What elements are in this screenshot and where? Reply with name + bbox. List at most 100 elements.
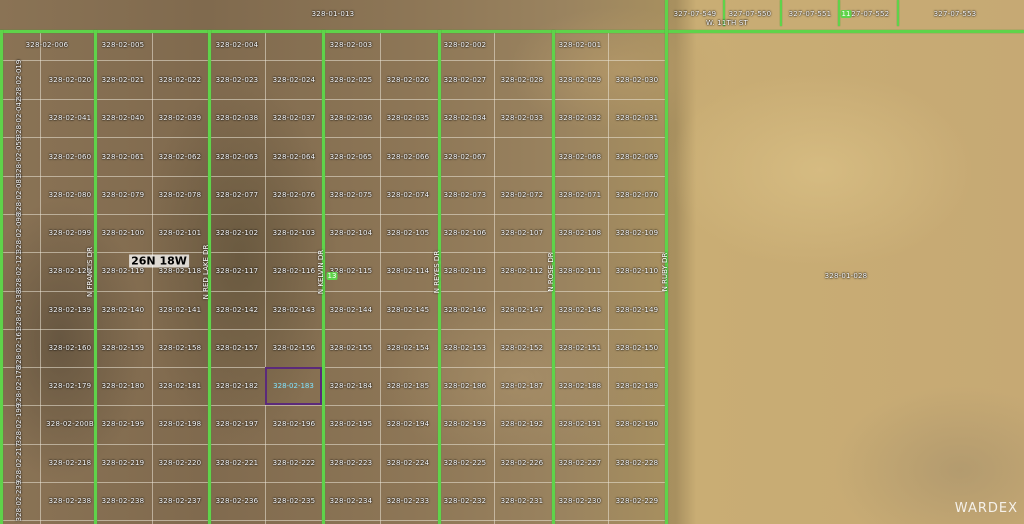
parcel-label[interactable]: 328-02-146 (444, 306, 487, 314)
parcel-label[interactable]: 328-02-181 (159, 382, 202, 390)
parcel-label[interactable]: 328-02-020 (49, 76, 92, 84)
parcel-label[interactable]: 328-02-158 (159, 344, 202, 352)
parcel-label[interactable]: 328-02-110 (616, 267, 659, 275)
parcel-label[interactable]: 328-02-099 (49, 229, 92, 237)
parcel-label[interactable]: 328-02-068 (559, 153, 602, 161)
parcel-label[interactable]: 328-02-159 (102, 344, 145, 352)
parcel-label[interactable]: 328-02-150 (616, 344, 659, 352)
parcel-label[interactable]: 328-02-107 (501, 229, 544, 237)
parcel-label[interactable]: 328-02-063 (216, 153, 259, 161)
parcel-label[interactable]: 328-02-225 (444, 459, 487, 467)
parcel-label[interactable]: 328-02-142 (216, 306, 259, 314)
parcel-label[interactable]: 328-02-119 (102, 267, 145, 275)
parcel-label[interactable]: 328-02-070 (616, 191, 659, 199)
parcel-label[interactable]: 328-02-035 (387, 114, 430, 122)
parcel-label[interactable]: 328-02-155 (330, 344, 373, 352)
north-parcel-label[interactable]: 328-01-013 (312, 10, 355, 18)
parcel-label[interactable]: 328-02-160 (49, 344, 92, 352)
parcel-label[interactable]: 328-02-184 (330, 382, 373, 390)
parcel-label[interactable]: 328-02-197 (216, 420, 259, 428)
parcel-label[interactable]: 328-02-037 (273, 114, 316, 122)
parcel-label[interactable]: 328-02-180 (102, 382, 145, 390)
parcel-label-west[interactable]: 328-02-042 (15, 98, 23, 139)
parcel-label[interactable]: 328-02-109 (616, 229, 659, 237)
parcel-label[interactable]: 328-02-021 (102, 76, 145, 84)
parcel-label[interactable]: 328-02-117 (216, 267, 259, 275)
parcel-label[interactable]: 328-02-192 (501, 420, 544, 428)
parcel-label[interactable]: 328-02-101 (159, 229, 202, 237)
parcel-label[interactable]: 328-02-106 (444, 229, 487, 237)
parcel-label[interactable]: 328-02-075 (330, 191, 373, 199)
parcel-label[interactable]: 328-02-188 (559, 382, 602, 390)
parcel-label[interactable]: 328-02-028 (501, 76, 544, 84)
parcel-label[interactable]: 328-02-036 (330, 114, 373, 122)
parcel-label[interactable]: 328-02-151 (559, 344, 602, 352)
parcel-label[interactable]: 328-02-065 (330, 153, 373, 161)
parcel-label-west[interactable]: 328-02-178 (15, 366, 23, 407)
parcel-label[interactable]: 328-02-103 (273, 229, 316, 237)
parcel-label[interactable]: 328-02-199 (102, 420, 145, 428)
parcel-label[interactable]: 328-02-220 (159, 459, 202, 467)
parcel-label[interactable]: 328-02-073 (444, 191, 487, 199)
parcel-label[interactable]: 328-02-024 (273, 76, 316, 84)
parcel-label[interactable]: 328-02-040 (102, 114, 145, 122)
parcel-label[interactable]: 328-02-029 (559, 76, 602, 84)
parcel-label[interactable]: 328-02-218 (49, 459, 92, 467)
parcel-label[interactable]: 328-02-105 (387, 229, 430, 237)
parcel-label[interactable]: 328-02-198 (159, 420, 202, 428)
parcel-label[interactable]: 328-02-156 (273, 344, 316, 352)
parcel-label[interactable]: 328-02-144 (330, 306, 373, 314)
parcel-label[interactable]: 328-02-227 (559, 459, 602, 467)
parcel-label[interactable]: 328-02-067 (444, 153, 487, 161)
parcel-label[interactable]: 328-02-104 (330, 229, 373, 237)
parcel-label[interactable]: 328-02-072 (501, 191, 544, 199)
parcel-label[interactable]: 328-02-187 (501, 382, 544, 390)
parcel-label[interactable]: 328-02-185 (387, 382, 430, 390)
parcel-label[interactable]: 328-02-154 (387, 344, 430, 352)
parcel-label[interactable]: 328-02-139 (49, 306, 92, 314)
parcel-label[interactable]: 328-02-061 (102, 153, 145, 161)
parcel-label[interactable]: 328-02-041 (49, 114, 92, 122)
parcel-label[interactable]: 328-02-069 (616, 153, 659, 161)
parcel-label[interactable]: 328-02-237 (159, 497, 202, 505)
parcel-label[interactable]: 328-02-026 (387, 76, 430, 84)
parcel-label[interactable]: 328-02-076 (273, 191, 316, 199)
parcel-label[interactable]: 328-02-080 (49, 191, 92, 199)
parcel-label[interactable]: 328-02-112 (501, 267, 544, 275)
parcel-label-west[interactable]: 328-02-161 (15, 328, 23, 369)
parcel-label[interactable]: 328-02-004 (216, 41, 259, 49)
top-right-parcel[interactable]: 327-07-553 (934, 10, 977, 18)
parcel-label[interactable]: 328-02-219 (102, 459, 145, 467)
parcel-label[interactable]: 328-02-077 (216, 191, 259, 199)
parcel-label[interactable]: 328-02-074 (387, 191, 430, 199)
parcel-label[interactable]: 328-02-060 (49, 153, 92, 161)
parcel-label-west[interactable]: 328-02-217 (15, 443, 23, 484)
parcel-label-west[interactable]: 328-02-138 (15, 290, 23, 331)
parcel-label[interactable]: 328-02-196 (273, 420, 316, 428)
parcel-label[interactable]: 328-02-027 (444, 76, 487, 84)
east-parcel-label[interactable]: 328-01-028 (825, 272, 868, 280)
parcel-label[interactable]: 328-02-143 (273, 306, 316, 314)
top-right-parcel[interactable]: 327-07-550 (729, 10, 772, 18)
parcel-label[interactable]: 328-02-200B (46, 420, 94, 428)
parcel-label[interactable]: 328-02-223 (330, 459, 373, 467)
top-right-parcel[interactable]: 327-07-551 (789, 10, 832, 18)
parcel-label[interactable]: 328-02-022 (159, 76, 202, 84)
parcel-label[interactable]: 328-02-238 (102, 497, 145, 505)
parcel-label[interactable]: 328-02-140 (102, 306, 145, 314)
parcel-label[interactable]: 328-02-148 (559, 306, 602, 314)
parcel-label[interactable]: 328-02-032 (559, 114, 602, 122)
parcel-label[interactable]: 328-02-238 (49, 497, 92, 505)
parcel-label[interactable]: 328-02-222 (273, 459, 316, 467)
parcel-label[interactable]: 328-02-079 (102, 191, 145, 199)
parcel-label-west[interactable]: 328-02-098 (15, 213, 23, 254)
parcel-label[interactable]: 328-02-231 (501, 497, 544, 505)
parcel-label[interactable]: 328-02-100 (102, 229, 145, 237)
parcel-label[interactable]: 328-02-228 (616, 459, 659, 467)
selected-parcel[interactable]: 328-02-183 (265, 367, 322, 405)
parcel-label[interactable]: 328-02-157 (216, 344, 259, 352)
parcel-label[interactable]: 328-02-038 (216, 114, 259, 122)
parcel-label[interactable]: 328-02-039 (159, 114, 202, 122)
parcel-label[interactable]: 328-02-195 (330, 420, 373, 428)
parcel-label[interactable]: 328-02-116 (273, 267, 316, 275)
